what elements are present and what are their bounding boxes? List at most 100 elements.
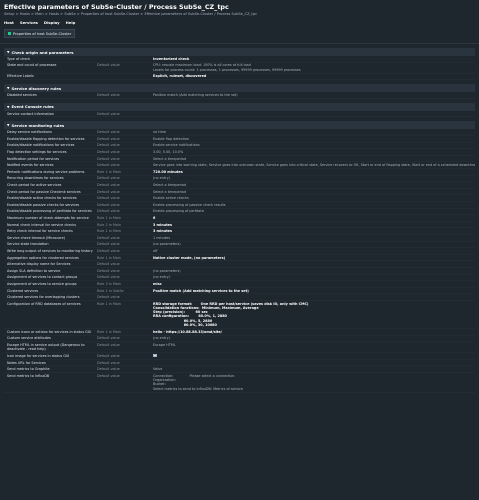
section-header[interactable]: ▼ Service monitoring rules <box>4 121 475 130</box>
parameter-label[interactable]: Notified events for services <box>4 163 97 167</box>
parameter-label[interactable]: Alternative display name for Services <box>4 262 97 266</box>
parameter-row: Enable/disable notifications for service… <box>4 143 475 150</box>
parameter-origin[interactable]: Default value <box>97 336 153 340</box>
parameter-origin[interactable]: Default value <box>97 354 153 358</box>
parameter-row: Delay service notifications Default value… <box>4 129 475 137</box>
parameter-origin[interactable]: Default value <box>97 163 153 167</box>
parameter-row: Notified events for services Default valu… <box>4 162 475 170</box>
parameter-label[interactable]: Flap detection settings for services <box>4 150 97 154</box>
parameter-origin[interactable]: Rule 1 in Main <box>97 229 153 233</box>
parameter-origin[interactable]: Rule 1 in SubSe <box>97 289 153 293</box>
parameter-label[interactable]: Custom service attributes <box>4 336 97 340</box>
parameter-row: Recurring downtimes for services Default … <box>4 176 475 183</box>
parameter-origin[interactable]: Rule 1 in Main <box>97 256 153 260</box>
parameter-label[interactable]: Assignment of services to service groups <box>4 282 97 286</box>
parameter-origin[interactable]: Rule 1 in Main <box>97 216 153 220</box>
parameter-origin[interactable]: Default value <box>97 249 153 253</box>
parameter-label[interactable]: Icon image for services in status GUI <box>4 354 97 358</box>
parameter-label[interactable]: Configuration of RRD databases of servic… <box>4 302 97 306</box>
parameter-label[interactable]: Custom icons or actions for services in … <box>4 330 97 334</box>
parameter-label[interactable]: Periodic notifications during service pr… <box>4 170 97 174</box>
parameter-origin[interactable]: Default value <box>97 262 153 266</box>
parameter-origin[interactable]: Default value <box>97 190 153 194</box>
parameter-label[interactable]: Enable/disable flapping detection for se… <box>4 137 97 141</box>
menu-host[interactable]: Host <box>4 20 14 25</box>
parameter-label[interactable]: Enable/disable active checks for service… <box>4 196 97 200</box>
parameter-row: Alternative display name for Services Def… <box>4 261 475 268</box>
parameter-origin[interactable]: Default value <box>97 150 153 154</box>
parameter-label[interactable]: Check period for passive Checkmk service… <box>4 190 97 194</box>
section-header[interactable]: ▼ Event Console rules <box>4 102 475 111</box>
parameter-origin[interactable]: Default value <box>97 275 153 279</box>
parameter-label[interactable]: Send metrics to InfluxDB <box>4 374 97 378</box>
parameter-label[interactable]: Notification period for services <box>4 157 97 161</box>
parameter-label[interactable]: Service contact information <box>4 112 97 116</box>
parameter-label[interactable]: Write long output of services to monitor… <box>4 249 97 253</box>
parameter-label[interactable]: Retry check interval for service checks <box>4 229 97 233</box>
parameter-origin[interactable]: Default value <box>97 269 153 273</box>
parameter-label[interactable]: Effective Labels <box>4 74 97 78</box>
parameter-label[interactable]: Type of check <box>4 57 97 61</box>
section-header[interactable]: ▼ Service discovery rules <box>4 84 475 93</box>
parameter-label[interactable]: Aggregation options for clustered servic… <box>4 256 97 260</box>
parameter-origin[interactable]: Default value <box>97 367 153 371</box>
menu-bar: Host Services Display Help <box>0 17 479 27</box>
parameter-origin[interactable]: Default value <box>97 242 153 246</box>
parameter-label[interactable]: Service state translation <box>4 242 97 246</box>
parameter-origin[interactable]: Default value <box>97 157 153 161</box>
parameter-origin[interactable]: Rule 2 in Main <box>97 223 153 227</box>
parameter-origin[interactable]: Rule 1 in Main <box>97 170 153 174</box>
parameter-origin[interactable]: Default value <box>97 343 153 347</box>
chevron-down-icon: ▼ <box>7 50 10 54</box>
parameter-label[interactable]: Enable/disable passive checks for servic… <box>4 203 97 207</box>
parameter-value <box>153 353 475 359</box>
parameter-row: Assignment of services to service groups… <box>4 281 475 288</box>
parameter-label[interactable]: Enable/disable notifications for service… <box>4 143 97 147</box>
parameter-origin[interactable]: Default value <box>97 236 153 240</box>
parameter-row: Maximum number of check attempts for ser… <box>4 215 475 222</box>
parameter-label[interactable]: Check period for active services <box>4 183 97 187</box>
parameter-value: (no parameters) <box>153 268 181 273</box>
parameter-label[interactable]: Assignment of services to contact groups <box>4 275 97 279</box>
parameter-label[interactable]: Maximum number of check attempts for ser… <box>4 216 97 220</box>
parameter-origin[interactable]: Default value <box>97 361 153 365</box>
parameter-origin[interactable]: Default value <box>97 63 153 67</box>
parameter-origin[interactable]: Default value <box>97 112 153 116</box>
menu-display[interactable]: Display <box>44 20 60 25</box>
parameter-label[interactable]: Escape HTML in service output (Dangerous… <box>4 343 97 351</box>
properties-of-host-button[interactable]: Properties of host SubSe-Cluster <box>4 29 76 38</box>
parameter-label[interactable]: Clustered services <box>4 289 97 293</box>
parameter-row: Service state translation Default value (n… <box>4 242 475 249</box>
parameter-label[interactable]: Notes URL for Services <box>4 361 97 365</box>
parameter-label[interactable]: Send metrics to Graphite <box>4 367 97 371</box>
menu-help[interactable]: Help <box>66 20 76 25</box>
section-header[interactable]: ▼ Check origin and parameters <box>4 48 475 56</box>
parameter-origin[interactable]: Default value <box>97 203 153 207</box>
parameter-origin[interactable]: Default value <box>97 176 153 180</box>
parameter-label[interactable]: Delay service notifications <box>4 130 97 134</box>
parameter-origin[interactable]: Rule 1 in Main <box>97 302 153 306</box>
parameter-origin[interactable]: Default value <box>97 209 153 213</box>
parameter-origin[interactable]: Rule 3 in Main <box>97 282 153 286</box>
parameter-label[interactable]: Recurring downtimes for services <box>4 176 97 180</box>
parameter-origin[interactable]: Default value <box>97 137 153 141</box>
parameter-origin[interactable]: Default value <box>97 143 153 147</box>
parameter-row: Enable/disable passive checks for servic… <box>4 202 475 209</box>
parameter-label[interactable]: Normal check interval for service checks <box>4 223 97 227</box>
parameter-label[interactable]: State and count of processes <box>4 63 97 67</box>
menu-services[interactable]: Services <box>20 20 38 25</box>
parameter-label[interactable]: Clustered services for overlapping clust… <box>4 295 97 299</box>
parameter-row: Assign SLA definition to service Default … <box>4 268 475 275</box>
parameter-label[interactable]: Assign SLA definition to service <box>4 269 97 273</box>
parameter-origin[interactable]: Default value <box>97 130 153 134</box>
parameter-label[interactable]: Service check timeout (Microcore) <box>4 236 97 240</box>
parameter-origin[interactable]: Default value <box>97 295 153 299</box>
parameter-origin[interactable]: Default value <box>97 374 153 378</box>
parameter-origin[interactable]: Default value <box>97 196 153 200</box>
parameter-label[interactable]: Enable/disable processing of perfdata fo… <box>4 209 97 213</box>
section-title: Service monitoring rules <box>11 122 65 128</box>
parameter-origin[interactable]: Rule 1 in Main <box>97 330 153 334</box>
parameter-origin[interactable]: Default value <box>97 93 153 97</box>
parameter-label[interactable]: Disabled services <box>4 93 97 97</box>
parameter-origin[interactable]: Default value <box>97 183 153 187</box>
